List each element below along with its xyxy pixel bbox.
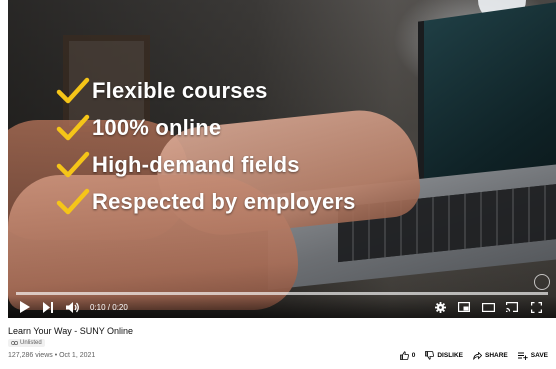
miniplayer-icon[interactable] bbox=[454, 298, 474, 316]
dislike-label: DISLIKE bbox=[437, 352, 464, 359]
share-button[interactable]: SHARE bbox=[473, 351, 508, 360]
playlist-add-icon bbox=[517, 352, 528, 360]
checkmark-icon bbox=[56, 151, 90, 177]
share-icon bbox=[473, 351, 483, 360]
bullet-text: Respected by employers bbox=[92, 188, 356, 214]
cast-icon[interactable] bbox=[502, 298, 522, 316]
save-button[interactable]: SAVE bbox=[517, 352, 548, 360]
save-label: SAVE bbox=[530, 352, 548, 359]
time-display: 0:10 / 0:20 bbox=[90, 302, 128, 312]
checkmark-icon bbox=[56, 188, 90, 214]
play-icon[interactable] bbox=[14, 298, 34, 316]
share-label: SHARE bbox=[485, 352, 508, 359]
thumbs-down-icon bbox=[425, 351, 435, 360]
bullet-item: High-demand fields bbox=[56, 146, 356, 183]
like-count: 0 bbox=[411, 352, 416, 359]
progress-bar[interactable] bbox=[16, 292, 548, 295]
player-controls: 0:10 / 0:20 bbox=[8, 296, 556, 318]
progress-buffered bbox=[16, 292, 548, 295]
theater-icon[interactable] bbox=[478, 298, 498, 316]
bullet-item: Respected by employers bbox=[56, 183, 356, 220]
unlisted-badge-label: Unlisted bbox=[20, 340, 42, 346]
unlisted-badge: Unlisted bbox=[8, 339, 45, 347]
overlay-button-icon[interactable] bbox=[534, 274, 550, 290]
bullet-text: 100% online bbox=[92, 114, 222, 140]
checkmark-icon bbox=[56, 77, 90, 103]
bullet-text: Flexible courses bbox=[92, 77, 268, 103]
fullscreen-icon[interactable] bbox=[526, 298, 546, 316]
thumbs-up-icon bbox=[399, 351, 409, 360]
checkmark-icon bbox=[56, 114, 90, 140]
link-icon bbox=[11, 341, 18, 345]
bullet-item: 100% online bbox=[56, 109, 356, 146]
video-title: Learn Your Way - SUNY Online bbox=[8, 326, 134, 336]
settings-icon[interactable] bbox=[430, 298, 450, 316]
video-player[interactable]: Flexible courses 100% online High-demand… bbox=[8, 0, 556, 318]
bullet-item: Flexible courses bbox=[56, 72, 356, 109]
video-actions: 0 DISLIKE SHARE SAVE bbox=[399, 351, 548, 360]
dislike-button[interactable]: DISLIKE bbox=[425, 351, 463, 360]
bullet-text: High-demand fields bbox=[92, 151, 300, 177]
volume-icon[interactable] bbox=[62, 298, 82, 316]
video-meta: 127,286 views • Oct 1, 2021 bbox=[8, 352, 96, 359]
overlay-bullets: Flexible courses 100% online High-demand… bbox=[56, 72, 356, 220]
like-button[interactable]: 0 bbox=[399, 351, 416, 360]
next-icon[interactable] bbox=[38, 298, 58, 316]
